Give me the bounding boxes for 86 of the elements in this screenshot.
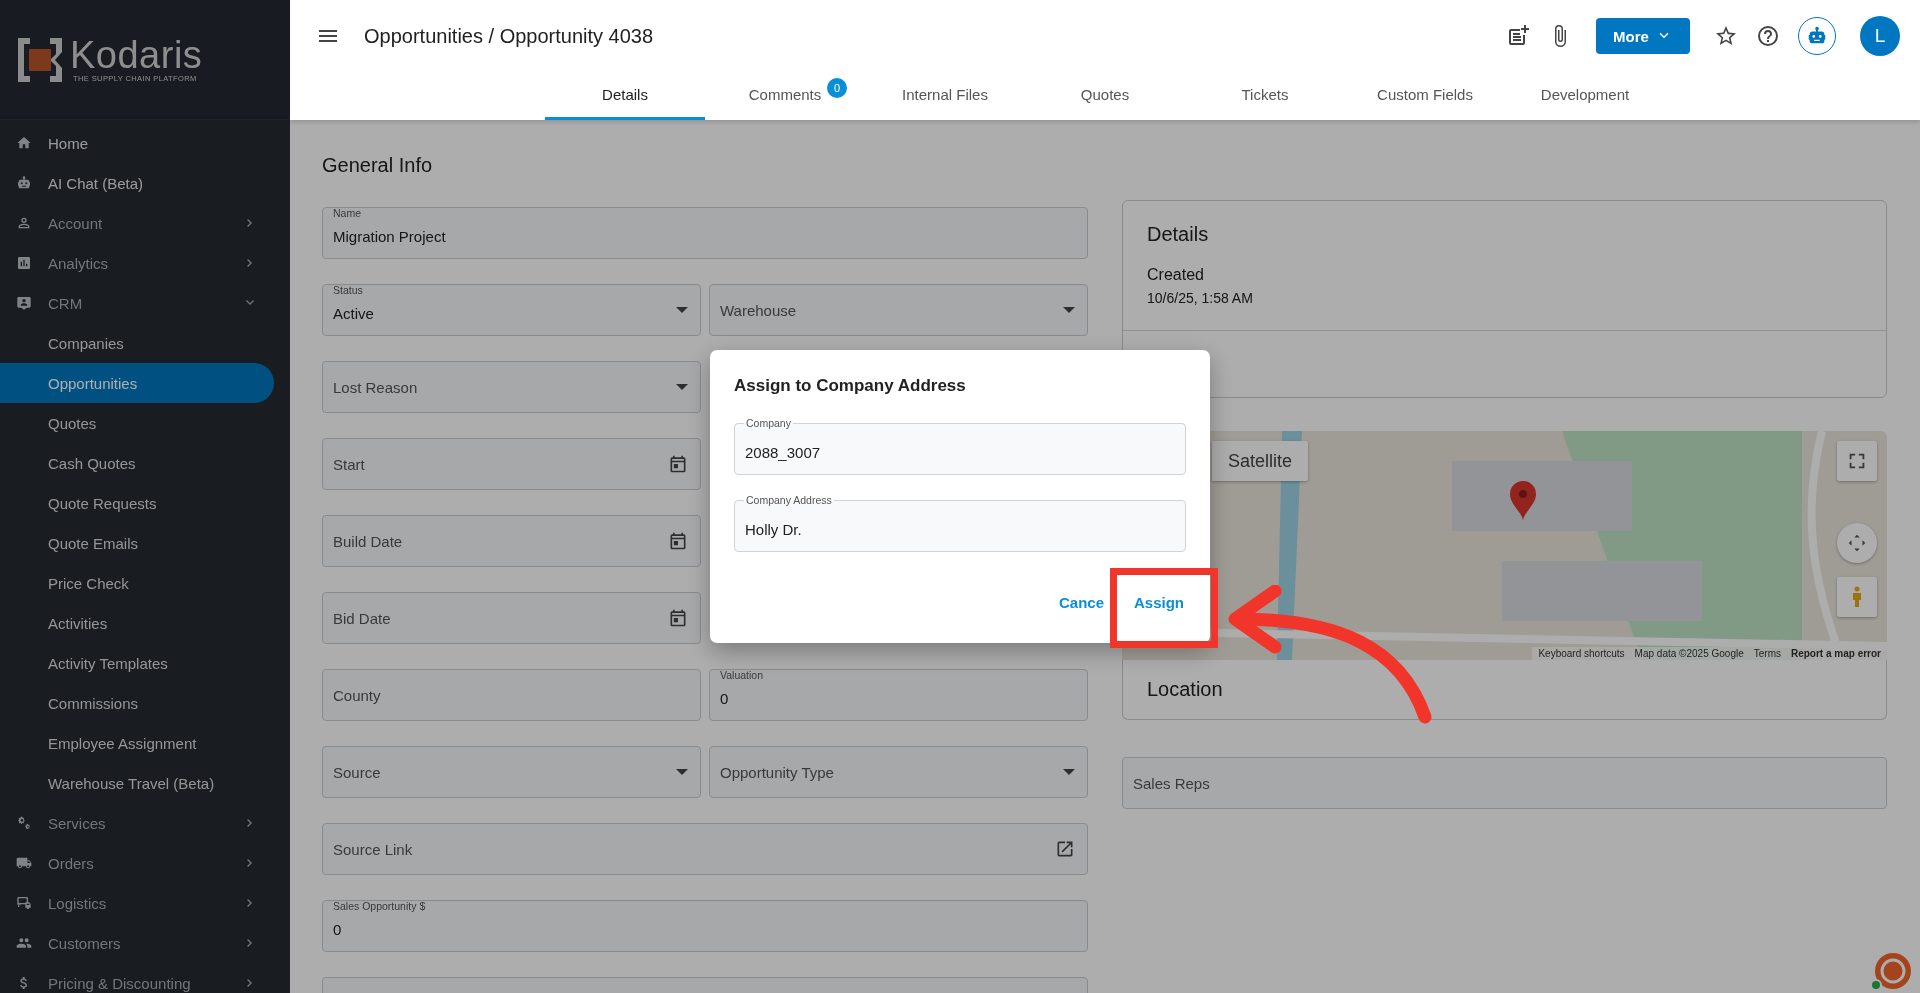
tab[interactable]: Comments 0: [705, 72, 865, 120]
sidebar-subitem[interactable]: Cash Quotes: [0, 443, 274, 483]
contact-card-icon: [16, 295, 32, 311]
dropdown-field[interactable]: Warehouse: [709, 284, 1088, 336]
sidebar-subitem[interactable]: Activities: [0, 603, 274, 643]
caret-icon: [676, 769, 688, 775]
sidebar-item[interactable]: AI Chat (Beta): [0, 163, 274, 203]
tab[interactable]: Quotes: [1025, 72, 1185, 120]
date-field[interactable]: Build Date: [322, 515, 701, 567]
sidebar-item[interactable]: Analytics: [0, 243, 274, 283]
bar-chart-icon: [16, 255, 32, 271]
input-field[interactable]: Sales Reps: [1122, 757, 1887, 809]
input-field[interactable]: Source Link: [322, 823, 1088, 875]
tab[interactable]: Tickets: [1185, 72, 1345, 120]
sidebar-subitem[interactable]: Quote Emails: [0, 523, 274, 563]
sidebar-item[interactable]: Account: [0, 203, 274, 243]
satellite-button[interactable]: Satellite: [1212, 441, 1309, 481]
map-attribution-link[interactable]: Terms: [1753, 648, 1781, 659]
sidebar-subitem[interactable]: Quote Requests: [0, 483, 274, 523]
bus-icon: [16, 895, 32, 911]
input-field[interactable]: Name Migration Project: [322, 207, 1088, 259]
gears-icon: [16, 815, 32, 831]
date-field[interactable]: Start: [322, 438, 701, 490]
calendar-icon[interactable]: [668, 454, 688, 474]
dropdown-field[interactable]: Source: [322, 746, 701, 798]
map-attribution-link[interactable]: Keyboard shortcuts: [1538, 648, 1625, 659]
caret-icon: [676, 307, 688, 313]
calendar-icon[interactable]: [668, 531, 688, 551]
sidebar-item[interactable]: Customers: [0, 923, 274, 963]
brand-name: Kodaris: [70, 36, 203, 74]
truck-icon: [16, 855, 32, 871]
dropdown-field[interactable]: Lost Reason: [322, 361, 701, 413]
caret-icon: [1063, 769, 1075, 775]
robot-icon: [16, 175, 32, 191]
star-icon[interactable]: [1714, 24, 1738, 48]
tab[interactable]: Custom Fields: [1345, 72, 1505, 120]
input-field[interactable]: Sales Opportunity $ 0: [322, 900, 1088, 952]
sidebar-subitem[interactable]: Opportunities: [0, 363, 274, 403]
sidebar-item[interactable]: Logistics: [0, 883, 274, 923]
sidebar-subitem[interactable]: Commissions: [0, 683, 274, 723]
input-field[interactable]: Valuation 0: [709, 669, 1088, 721]
field-label: Created: [1147, 266, 1205, 284]
caret-icon: [676, 384, 688, 390]
caret-icon: [1063, 307, 1075, 313]
page-title: Opportunities / Opportunity 4038: [364, 24, 655, 48]
field-value: 10/6/25, 1:58 AM: [1147, 290, 1254, 306]
sidebar-subitem[interactable]: Price Check: [0, 563, 274, 603]
sidebar-subitem[interactable]: Companies: [0, 323, 274, 363]
map-pin-icon: [1510, 481, 1536, 521]
home-icon: [16, 135, 32, 151]
assign-button[interactable]: Assign: [1134, 594, 1184, 611]
kodaris-logo-icon: [18, 37, 62, 82]
sidebar-item[interactable]: Home: [0, 123, 274, 163]
note-add-icon[interactable]: [1506, 24, 1530, 48]
sidebar-subitem[interactable]: Employee Assignment: [0, 723, 274, 763]
sidebar-item[interactable]: Orders: [0, 843, 274, 883]
sidebar-subitem[interactable]: Warehouse Travel (Beta): [0, 763, 274, 803]
input-field[interactable]: County: [322, 669, 701, 721]
map-attribution-link[interactable]: Map data ©2025 Google: [1634, 648, 1744, 659]
sidebar-item[interactable]: Services: [0, 803, 274, 843]
calendar-icon[interactable]: [668, 608, 688, 628]
sidebar-item[interactable]: CRM: [0, 283, 274, 323]
card-title: Details: [1147, 223, 1210, 246]
dropdown-field[interactable]: Status Active: [322, 284, 701, 336]
dialog-title: Assign to Company Address: [734, 376, 967, 396]
external-link-icon[interactable]: [1055, 839, 1075, 859]
section-title: General Info: [322, 154, 434, 177]
tab[interactable]: Development: [1505, 72, 1665, 120]
sidebar-subitem[interactable]: Quotes: [0, 403, 274, 443]
fullscreen-button[interactable]: [1837, 441, 1877, 481]
user-avatar[interactable]: L: [1860, 16, 1900, 56]
date-field[interactable]: Bid Date: [322, 592, 701, 644]
tab[interactable]: Internal Files: [865, 72, 1025, 120]
person-icon: [16, 215, 32, 231]
help-icon[interactable]: [1756, 24, 1780, 48]
map-attribution-link[interactable]: Report a map error: [1790, 648, 1881, 659]
sidebar-item[interactable]: Pricing & Discounting: [0, 963, 274, 993]
count-badge: 0: [827, 78, 847, 98]
people-icon: [16, 935, 32, 951]
cancel-button[interactable]: Cance: [1058, 594, 1104, 611]
more-button[interactable]: More: [1596, 18, 1690, 54]
location-header: Location: [1122, 660, 1887, 720]
sidebar-subitem[interactable]: Activity Templates: [0, 643, 274, 683]
dropdown-field[interactable]: Opportunity Type: [709, 746, 1088, 798]
tab[interactable]: Details: [545, 72, 705, 120]
four-arrows-icon: [1846, 532, 1868, 554]
